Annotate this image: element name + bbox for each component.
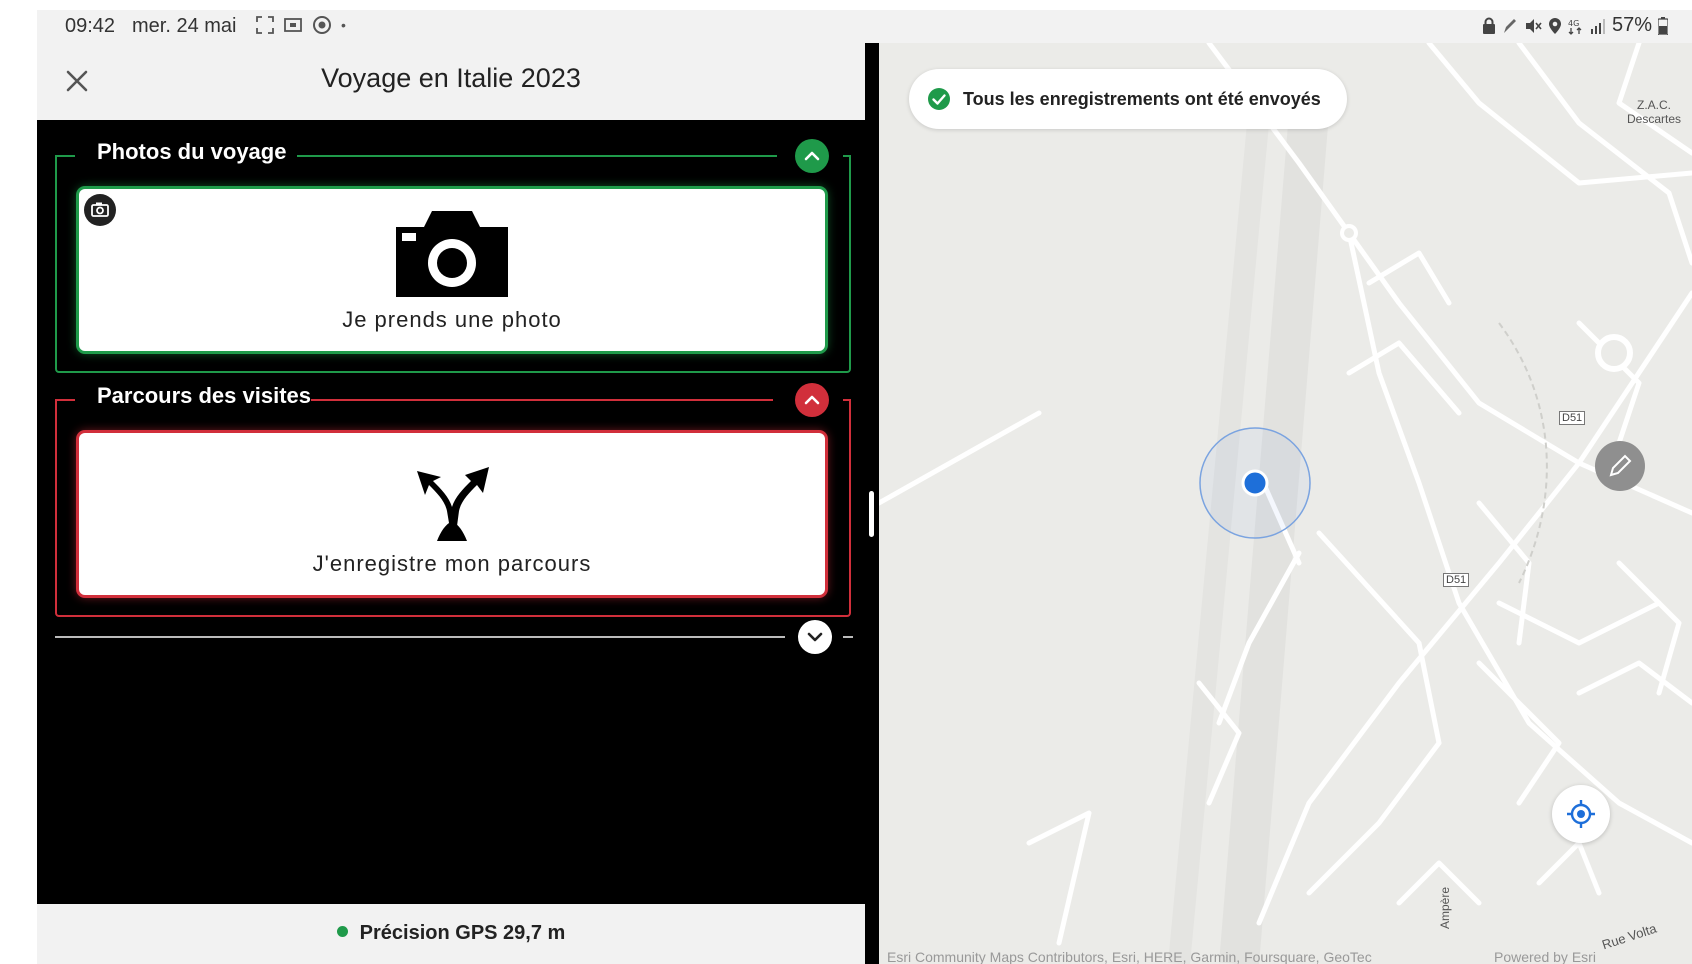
collapse-parcours-button[interactable] [795,383,851,417]
gps-accuracy-text: Précision GPS 29,7 m [359,922,566,944]
group-border-corner [843,155,851,157]
mobile-data-icon: 4G [1568,19,1582,35]
place-label: Z.A.C. Descartes [1627,98,1681,126]
split-divider [865,43,879,964]
group-border-right [311,399,773,401]
my-location-button[interactable] [1552,785,1610,843]
group-title: Parcours des visites [97,383,312,408]
device-screen: 09:42 mer. 24 mai • 4G 57% Voyage en Ita… [37,10,1692,964]
road-sign-d51: D51 [1559,411,1586,425]
panel-footer: Précision GPS 29,7 m [37,904,865,964]
chevron-down-icon [807,632,823,642]
powered-by: Powered by Esri [1494,949,1596,964]
status-time: 09:42 [65,15,116,37]
battery-level: 57% [1611,14,1652,36]
map-view[interactable]: Tous les enregistrements ont été envoyés… [879,43,1692,964]
group-border-left [55,399,75,401]
card-icon-wrap [79,451,825,541]
collapse-photos-button[interactable] [795,139,851,173]
expand-group-button[interactable] [798,620,832,654]
gps-accuracy: Précision GPS 29,7 m [37,922,865,945]
route-icon [417,467,489,541]
mute-icon [1525,18,1542,33]
group-collapsed [55,620,853,654]
crosshair-icon [1567,800,1595,828]
map-attribution: Esri Community Maps Contributors, Esri, … [887,949,1372,964]
record-icon [313,16,331,34]
road-sign-d51: D51 [1443,573,1470,587]
card-icon-wrap [79,207,825,297]
group-border-corner [843,399,851,401]
check-circle-icon [928,88,950,110]
gps-status-dot [336,926,348,937]
sync-toast-text: Tous les enregistrements ont été envoyés [963,88,1321,109]
place-label-line-2: Descartes [1627,112,1682,126]
system-icons: 4G 57% [1482,14,1668,37]
location-icon [1548,17,1561,34]
svg-text:4G: 4G [1568,19,1579,28]
street-label: Ampère [1438,886,1453,930]
edit-button[interactable] [1595,441,1645,491]
chevron-up-icon [804,151,820,161]
place-label-line-1: Z.A.C. [1637,98,1672,112]
status-bar: 09:42 mer. 24 mai • 4G 57% [37,10,1692,43]
split-drag-handle[interactable] [869,491,874,537]
status-date: mer. 24 mai [132,15,237,37]
group-border-corner [843,636,853,638]
group-border-right [297,155,777,157]
camera-icon [396,211,508,297]
pen-icon [1503,18,1516,33]
pencil-icon [1609,454,1632,477]
signal-icon [1590,18,1605,34]
panel-header: Voyage en Italie 2023 [37,43,865,120]
battery-icon [1658,16,1668,35]
card-label: Je prends une photo [342,307,562,332]
group-title: Photos du voyage [97,139,287,164]
more-notifications-dot: • [341,17,346,33]
fullscreen-icon [256,16,274,34]
group-parcours: Parcours des visites J'enregistre mon pa… [55,383,851,617]
chevron-up-icon [804,395,820,405]
group-divider-line [55,636,785,638]
page-title: Voyage en Italie 2023 [321,63,581,93]
survey-panel: Voyage en Italie 2023 Photos du voyage J… [37,43,865,964]
group-photos: Photos du voyage Je prends une photo [55,139,851,373]
sync-toast: Tous les enregistrements ont été envoyés [909,69,1347,129]
card-label: J'enregistre mon parcours [312,551,592,576]
notification-icons: • [255,14,346,36]
group-border-left [55,155,75,157]
screenshot-icon [284,18,302,32]
lock-icon [1482,17,1495,34]
take-photo-button[interactable]: Je prends une photo [79,189,825,351]
record-route-button[interactable]: J'enregistre mon parcours [79,433,825,595]
